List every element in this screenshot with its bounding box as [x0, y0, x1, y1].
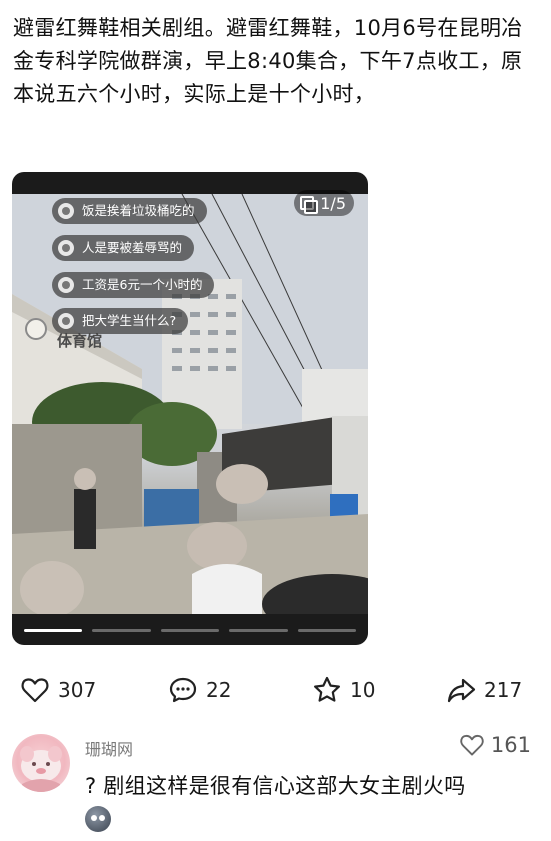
share-arrow-icon: [447, 678, 476, 703]
progress-segment[interactable]: [24, 629, 83, 632]
avatar[interactable]: [12, 734, 70, 792]
carousel-progress: [24, 629, 357, 633]
progress-segment[interactable]: [160, 629, 220, 632]
caption-bubble-text: 饭是挨着垃圾桶吃的: [82, 203, 195, 218]
heart-outline-icon: [460, 734, 484, 756]
gallery-stack-icon: [300, 196, 319, 214]
comment-item: 珊瑚网 161 ? 剧组这样是很有信心这部大女主剧火吗: [0, 730, 551, 840]
heart-outline-icon: [21, 678, 49, 703]
caption-bubble-text: 工资是6元一个小时的: [82, 277, 203, 292]
caption-bubble-text: 把大学生当什么?: [82, 313, 177, 328]
caption-bubble-text: 人是要被羞辱骂的: [82, 240, 183, 255]
comment-like-count: 161: [490, 733, 531, 757]
like-count: 307: [58, 678, 97, 702]
like-button[interactable]: 307: [20, 672, 96, 708]
bubble-dot-icon: [58, 313, 74, 329]
emoji-face-icon: [85, 806, 111, 832]
share-count: 217: [484, 678, 523, 702]
post-photo: 体育馆 饭是挨着垃圾桶吃的 人是要被羞辱骂的 工资是6元一个小时的 把大学生当什…: [12, 194, 368, 614]
comment-count: 22: [206, 678, 232, 702]
chat-bubble-icon: [169, 677, 197, 703]
avatar-illustration: [20, 746, 62, 792]
progress-segment[interactable]: [297, 629, 357, 632]
comment-like-button[interactable]: 161: [459, 732, 531, 758]
image-carousel[interactable]: 体育馆 饭是挨着垃圾桶吃的 人是要被羞辱骂的 工资是6元一个小时的 把大学生当什…: [12, 172, 368, 645]
post-text: 避雷红舞鞋相关剧组。避雷红舞鞋，10月6号在昆明冶金专科学院做群演，早上8:40…: [13, 16, 523, 106]
star-outline-icon: [314, 676, 340, 702]
bubble-dot-icon: [58, 203, 74, 219]
image-counter: 1/5: [294, 190, 354, 216]
image-counter-text: 1/5: [320, 193, 346, 213]
building-sign: 体育馆: [57, 332, 102, 350]
caption-bubble: 工资是6元一个小时的: [52, 272, 215, 298]
caption-bubble: 饭是挨着垃圾桶吃的: [52, 198, 207, 224]
caption-bubble: 人是要被羞辱骂的: [52, 235, 195, 261]
progress-segment[interactable]: [92, 629, 151, 632]
favorite-count: 10: [350, 678, 376, 702]
bubble-dot-icon: [58, 240, 74, 256]
comment-button[interactable]: 22: [168, 672, 231, 708]
progress-segment[interactable]: [229, 629, 288, 632]
comment-text: ? 剧组这样是很有信心这部大女主剧火吗: [85, 774, 466, 798]
comment-username[interactable]: 珊瑚网: [85, 736, 133, 760]
action-bar: 307 22 10 217: [0, 672, 551, 708]
bubble-dot-icon: [58, 277, 74, 293]
favorite-button[interactable]: 10: [312, 672, 375, 708]
caption-bubble: 把大学生当什么?: [52, 308, 189, 334]
share-button[interactable]: 217: [446, 672, 522, 708]
